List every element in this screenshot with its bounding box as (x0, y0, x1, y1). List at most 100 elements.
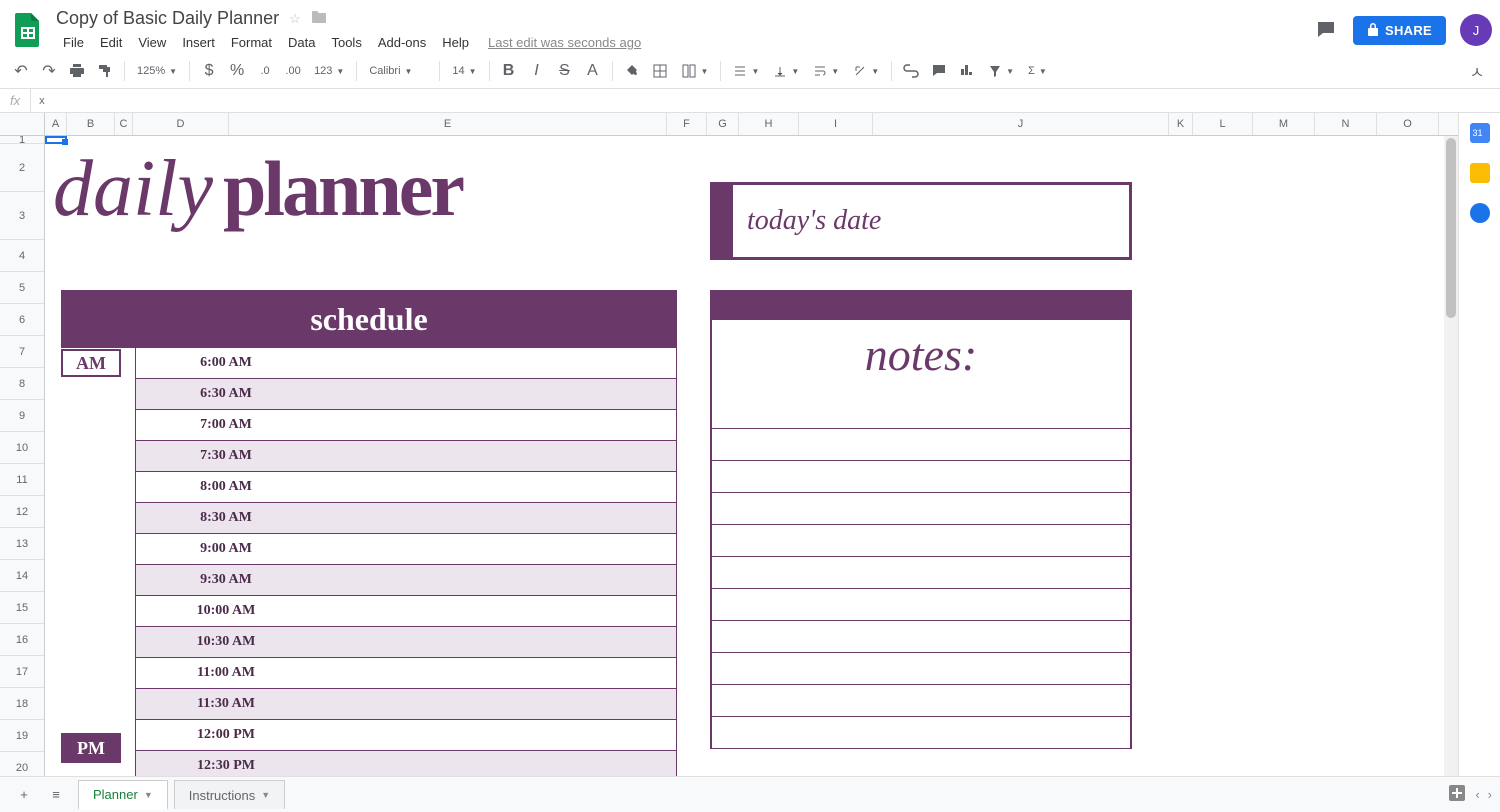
schedule-row[interactable]: 11:00 AM (135, 657, 677, 689)
row-header-8[interactable]: 8 (0, 368, 44, 400)
fill-color-button[interactable] (619, 58, 645, 84)
star-icon[interactable]: ☆ (289, 11, 301, 27)
row-header-2[interactable]: 2 (0, 144, 44, 192)
merge-cells-dropdown[interactable]: ▼ (675, 61, 715, 81)
row-header-14[interactable]: 14 (0, 560, 44, 592)
schedule-row[interactable]: 6:30 AM (135, 378, 677, 410)
menu-data[interactable]: Data (281, 31, 322, 54)
user-avatar[interactable]: J (1460, 14, 1492, 46)
menu-tools[interactable]: Tools (324, 31, 368, 54)
scroll-right-icon[interactable]: › (1488, 787, 1492, 802)
row-header-5[interactable]: 5 (0, 272, 44, 304)
schedule-row[interactable]: 8:00 AM (135, 471, 677, 503)
notes-section[interactable]: notes: (710, 320, 1132, 749)
col-header-G[interactable]: G (707, 113, 739, 135)
schedule-row[interactable]: 11:30 AM (135, 688, 677, 720)
menu-add-ons[interactable]: Add-ons (371, 31, 433, 54)
borders-button[interactable] (647, 58, 673, 84)
row-header-1[interactable]: 1 (0, 136, 44, 144)
sheet-tab-instructions[interactable]: Instructions ▼ (174, 780, 285, 809)
tasks-addon-icon[interactable] (1470, 203, 1490, 223)
col-header-J[interactable]: J (873, 113, 1169, 135)
link-button[interactable] (898, 58, 924, 84)
col-header-P[interactable]: P (1439, 113, 1458, 135)
decrease-decimal-button[interactable]: .0 (252, 58, 278, 84)
paint-format-button[interactable] (92, 58, 118, 84)
col-header-D[interactable]: D (133, 113, 229, 135)
scroll-left-icon[interactable]: ‹ (1475, 787, 1479, 802)
add-sheet-button[interactable]: + (8, 781, 40, 809)
row-header-6[interactable]: 6 (0, 304, 44, 336)
date-box[interactable]: today's date (710, 182, 1132, 260)
col-header-O[interactable]: O (1377, 113, 1439, 135)
scrollbar-vertical[interactable] (1444, 136, 1458, 785)
number-format-dropdown[interactable]: 123▼ (308, 63, 350, 79)
calendar-addon-icon[interactable] (1470, 123, 1490, 143)
zoom-dropdown[interactable]: 125%▼ (131, 63, 183, 79)
select-all-cell[interactable] (0, 113, 45, 135)
last-edit-link[interactable]: Last edit was seconds ago (488, 35, 641, 50)
row-header-15[interactable]: 15 (0, 592, 44, 624)
menu-view[interactable]: View (131, 31, 173, 54)
schedule-table[interactable]: 6:00 AM6:30 AM7:00 AM7:30 AM8:00 AM8:30 … (135, 348, 677, 782)
v-align-dropdown[interactable]: ▼ (767, 62, 805, 80)
italic-button[interactable]: I (524, 58, 550, 84)
col-header-E[interactable]: E (229, 113, 667, 135)
wrap-dropdown[interactable]: ▼ (807, 62, 845, 80)
row-header-9[interactable]: 9 (0, 400, 44, 432)
folder-icon[interactable] (311, 10, 327, 27)
collapse-toolbar-button[interactable]: ㅅ (1464, 58, 1490, 84)
col-header-I[interactable]: I (799, 113, 873, 135)
col-header-K[interactable]: K (1169, 113, 1193, 135)
menu-format[interactable]: Format (224, 31, 279, 54)
row-header-10[interactable]: 10 (0, 432, 44, 464)
menu-insert[interactable]: Insert (175, 31, 222, 54)
print-button[interactable] (64, 58, 90, 84)
all-sheets-button[interactable]: ≡ (40, 781, 72, 809)
row-header-16[interactable]: 16 (0, 624, 44, 656)
row-header-3[interactable]: 3 (0, 192, 44, 240)
col-header-L[interactable]: L (1193, 113, 1253, 135)
h-align-dropdown[interactable]: ▼ (727, 62, 765, 80)
currency-button[interactable]: $ (196, 58, 222, 84)
col-header-H[interactable]: H (739, 113, 799, 135)
schedule-row[interactable]: 6:00 AM (135, 347, 677, 379)
col-header-B[interactable]: B (67, 113, 115, 135)
col-header-A[interactable]: A (45, 113, 67, 135)
comment-button[interactable] (926, 58, 952, 84)
col-header-F[interactable]: F (667, 113, 707, 135)
col-header-C[interactable]: C (115, 113, 133, 135)
schedule-row[interactable]: 7:30 AM (135, 440, 677, 472)
explore-button[interactable] (1447, 783, 1467, 806)
col-header-N[interactable]: N (1315, 113, 1377, 135)
share-button[interactable]: SHARE (1353, 16, 1446, 45)
redo-button[interactable]: ↷ (36, 58, 62, 84)
row-header-12[interactable]: 12 (0, 496, 44, 528)
schedule-row[interactable]: 8:30 AM (135, 502, 677, 534)
font-size-dropdown[interactable]: 14▼ (446, 63, 482, 79)
rotate-dropdown[interactable]: ▼ (847, 62, 885, 80)
comments-icon[interactable] (1313, 17, 1339, 43)
bold-button[interactable]: B (496, 58, 522, 84)
row-header-17[interactable]: 17 (0, 656, 44, 688)
col-header-M[interactable]: M (1253, 113, 1315, 135)
row-header-18[interactable]: 18 (0, 688, 44, 720)
schedule-row[interactable]: 9:00 AM (135, 533, 677, 565)
chart-button[interactable] (954, 58, 980, 84)
functions-dropdown[interactable]: Σ▼ (1022, 63, 1053, 79)
schedule-row[interactable]: 12:00 PM (135, 719, 677, 751)
schedule-row[interactable]: 9:30 AM (135, 564, 677, 596)
menu-file[interactable]: File (56, 31, 91, 54)
menu-edit[interactable]: Edit (93, 31, 129, 54)
row-header-4[interactable]: 4 (0, 240, 44, 272)
sheets-logo[interactable] (8, 10, 48, 50)
filter-dropdown[interactable]: ▼ (982, 62, 1020, 80)
schedule-row[interactable]: 10:30 AM (135, 626, 677, 658)
schedule-row[interactable]: 10:00 AM (135, 595, 677, 627)
sheet-tab-planner[interactable]: Planner ▼ (78, 780, 168, 810)
row-header-11[interactable]: 11 (0, 464, 44, 496)
row-header-7[interactable]: 7 (0, 336, 44, 368)
schedule-row[interactable]: 7:00 AM (135, 409, 677, 441)
doc-title[interactable]: Copy of Basic Daily Planner (56, 8, 279, 29)
undo-button[interactable]: ↶ (8, 58, 34, 84)
